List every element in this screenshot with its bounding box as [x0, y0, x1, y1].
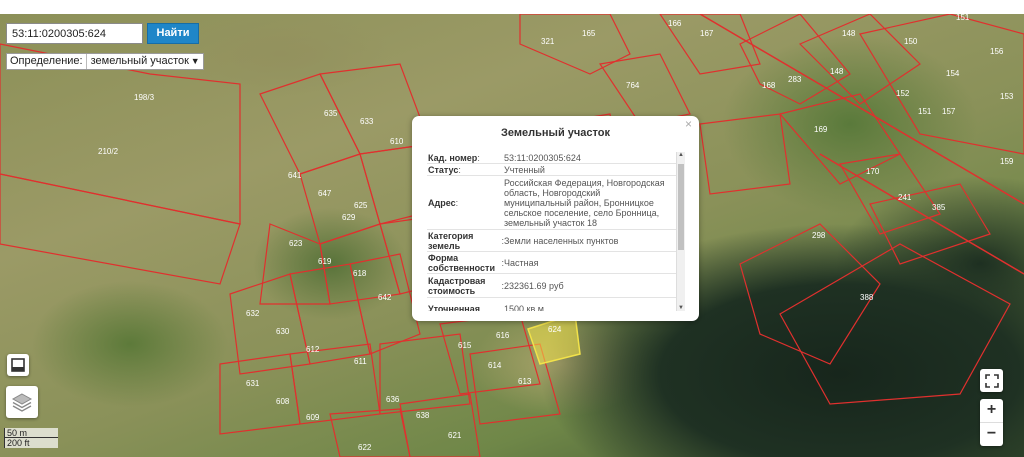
parcel-label: 610: [390, 137, 404, 146]
parcel-label: 210/2: [98, 147, 119, 156]
parcel-label: 156: [990, 47, 1004, 56]
parcel-label: 764: [626, 81, 640, 90]
table-row: Категория земель: Земли населенных пункт…: [427, 230, 685, 252]
parcel-label: 614: [488, 361, 502, 370]
parcel-label: 148: [830, 67, 844, 76]
parcel-label: 150: [904, 37, 918, 46]
parcel-label: 153: [1000, 92, 1014, 101]
parcel-label: 624: [548, 325, 562, 334]
parcel-label: 621: [448, 431, 462, 440]
fullscreen-button[interactable]: [980, 369, 1003, 392]
parcel-label: 298: [812, 231, 826, 240]
definition-select[interactable]: земельный участок ▼: [87, 54, 203, 69]
parcel-label: 641: [288, 171, 302, 180]
parcel-label: 198/3: [134, 93, 155, 102]
parcel-label: 638: [416, 411, 430, 420]
parcel-label: 630: [276, 327, 290, 336]
layers-button[interactable]: [6, 386, 38, 418]
popup-scrollbar[interactable]: ▲ ▼: [676, 152, 685, 311]
parcel-label: 283: [788, 75, 802, 84]
cadastral-search-input[interactable]: 53:11:0200305:624: [6, 23, 143, 44]
parcel-label: 608: [276, 397, 290, 406]
parcel-label: 616: [496, 331, 510, 340]
parcel-label: 635: [324, 109, 338, 118]
table-row: Адрес: Российская Федерация, Новгородска…: [427, 176, 685, 230]
definition-selector[interactable]: Определение: земельный участок ▼: [6, 53, 204, 70]
parcel-label: 321: [541, 37, 555, 46]
table-row: Уточненная 1500 кв.м: [427, 298, 685, 312]
toggle-panel-button[interactable]: [7, 354, 29, 376]
definition-selected-value: земельный участок: [90, 55, 189, 67]
parcel-label: 625: [354, 201, 368, 210]
zoom-in-button[interactable]: +: [980, 399, 1003, 422]
parcel-label: 633: [360, 117, 374, 126]
panel-icon: [11, 358, 25, 372]
scroll-down-icon[interactable]: ▼: [678, 305, 684, 311]
search-button[interactable]: Найти: [147, 23, 199, 44]
table-row: Кад. номер: 53:11:0200305:624: [427, 152, 685, 164]
parcel-label: 611: [354, 357, 367, 366]
parcel-label: 170: [866, 167, 880, 176]
zoom-out-button[interactable]: −: [980, 423, 1003, 446]
parcel-label: 629: [342, 213, 356, 222]
popup-title: Земельный участок: [501, 127, 610, 139]
parcel-label: 631: [246, 379, 260, 388]
parcel-label: 388: [860, 293, 874, 302]
parcel-label: 167: [700, 29, 714, 38]
parcel-label: 619: [318, 257, 332, 266]
parcel-label: 612: [306, 345, 320, 354]
table-row: Статус: Учтенный: [427, 164, 685, 176]
parcel-label: 632: [246, 309, 260, 318]
parcel-label: 385: [932, 203, 946, 212]
parcel-label: 159: [1000, 157, 1014, 166]
parcel-label: 609: [306, 413, 320, 422]
parcel-label: 647: [318, 189, 332, 198]
parcel-label: 166: [668, 19, 682, 28]
zoom-control: + −: [980, 399, 1003, 446]
parcel-label: 168: [762, 81, 776, 90]
definition-label: Определение:: [7, 54, 87, 69]
parcel-label: 622: [358, 443, 372, 452]
table-row: Форма собственности: Частная: [427, 252, 685, 274]
scroll-thumb[interactable]: [678, 164, 684, 250]
parcel-label: 636: [386, 395, 400, 404]
popup-info-table[interactable]: Кад. номер: 53:11:0200305:624 Статус: Уч…: [427, 152, 685, 311]
parcel-label: 241: [898, 193, 912, 202]
parcel-label: 152: [896, 89, 910, 98]
scroll-up-icon[interactable]: ▲: [678, 152, 684, 158]
fullscreen-icon: [984, 373, 999, 388]
parcel-label: 642: [378, 293, 392, 302]
scale-metric: 50 m: [4, 428, 58, 438]
parcel-label: 169: [814, 125, 828, 134]
layers-icon: [11, 393, 33, 412]
parcel-label: 613: [518, 377, 532, 386]
parcel-label: 157: [942, 107, 956, 116]
parcel-label: 148: [842, 29, 856, 38]
parcel-label: 615: [458, 341, 472, 350]
map-scale: 50 m 200 ft: [4, 428, 58, 448]
parcel-label: 165: [582, 29, 596, 38]
parcel-info-popup: × Земельный участок Кад. номер: 53:11:02…: [412, 116, 699, 321]
parcel-label: 151: [956, 14, 970, 22]
table-row: Кадастровая стоимость: 232361.69 руб: [427, 274, 685, 298]
parcel-label: 151: [918, 107, 932, 116]
parcel-label: 623: [289, 239, 303, 248]
scale-imperial: 200 ft: [4, 438, 58, 448]
parcel-label: 154: [946, 69, 960, 78]
chevron-down-icon: ▼: [190, 56, 200, 66]
parcel-label: 618: [353, 269, 367, 278]
